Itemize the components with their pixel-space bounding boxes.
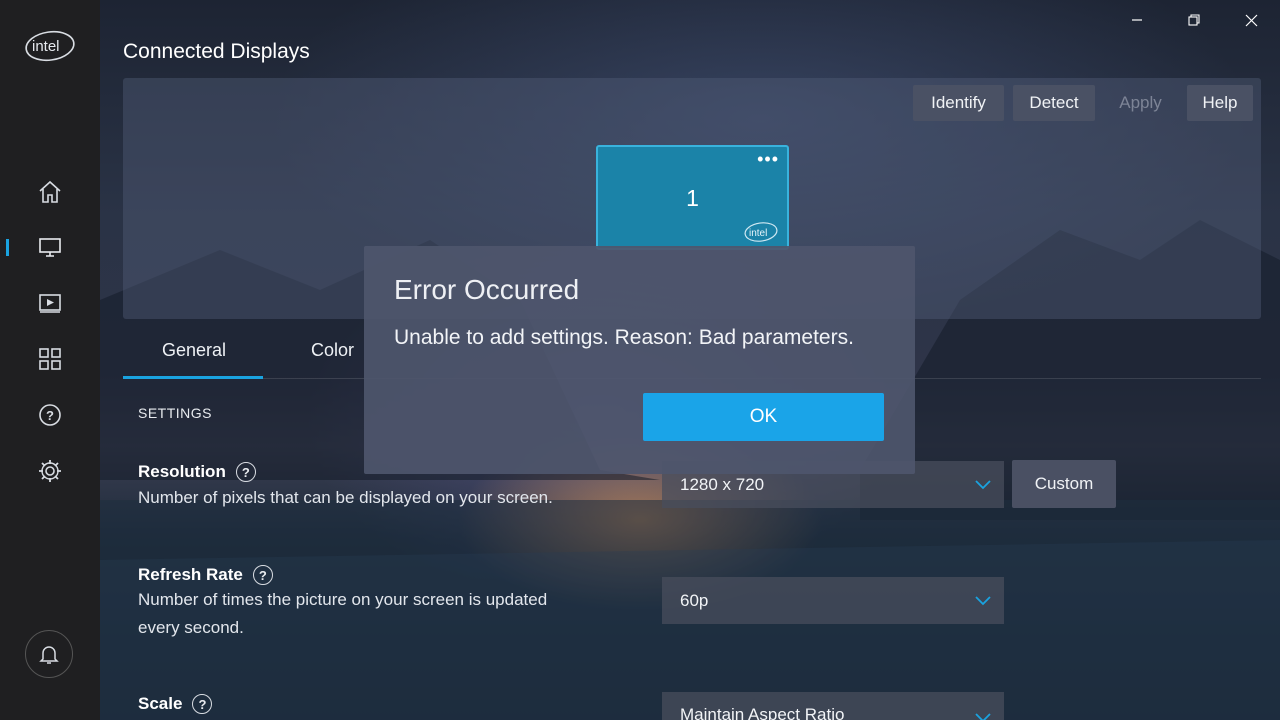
monitor-icon	[39, 238, 61, 257]
chevron-down-icon	[975, 596, 991, 606]
scale-dropdown[interactable]: Maintain Aspect Ratio	[662, 692, 1004, 720]
svg-text:?: ?	[46, 408, 54, 423]
resolution-value: 1280 x 720	[680, 474, 765, 494]
settings-section-label: SETTINGS	[138, 405, 213, 421]
chevron-down-icon	[975, 713, 991, 720]
sidebar-item-home[interactable]	[0, 172, 100, 212]
scale-help-icon[interactable]: ?	[192, 694, 213, 714]
tab-general[interactable]: General	[162, 340, 226, 361]
refresh-rate-value: 60p	[680, 590, 709, 610]
display-tile[interactable]: ••• 1 intel	[596, 145, 789, 250]
refresh-rate-title: Refresh Rate ?	[138, 565, 273, 585]
resolution-label: Resolution	[138, 462, 226, 481]
notifications-button[interactable]	[25, 630, 73, 678]
display-menu-icon[interactable]: •••	[757, 149, 779, 170]
apply-button[interactable]: Apply	[1103, 85, 1178, 121]
sidebar-item-help[interactable]: ?	[0, 395, 100, 435]
sidebar-item-video[interactable]	[0, 283, 100, 323]
resolution-description: Number of pixels that can be displayed o…	[138, 488, 553, 507]
help-button[interactable]: Help	[1187, 85, 1253, 121]
custom-resolution-button[interactable]: Custom	[1012, 460, 1116, 508]
close-icon	[1245, 14, 1257, 26]
refresh-rate-dropdown[interactable]: 60p	[662, 577, 1004, 624]
scale-value: Maintain Aspect Ratio	[680, 705, 845, 720]
svg-text:intel: intel	[749, 228, 767, 239]
identify-button[interactable]: Identify	[913, 85, 1004, 121]
minimize-icon	[1132, 19, 1142, 21]
bell-icon	[39, 646, 59, 664]
help-icon: ?	[39, 404, 61, 426]
home-icon	[39, 180, 61, 203]
scale-label: Scale	[138, 694, 183, 713]
refresh-rate-label: Refresh Rate	[138, 565, 243, 584]
scale-title: Scale ?	[138, 694, 213, 714]
grid-icon	[39, 348, 61, 370]
minimize-button[interactable]	[1122, 8, 1152, 32]
intel-logo: intel	[25, 30, 75, 62]
chevron-down-icon	[975, 480, 991, 490]
dialog-message: Unable to add settings. Reason: Bad para…	[394, 326, 854, 349]
refresh-rate-help-icon[interactable]: ?	[252, 565, 273, 585]
sidebar: intel ?	[0, 0, 100, 720]
page-title: Connected Displays	[123, 40, 310, 63]
close-button[interactable]	[1236, 8, 1266, 32]
video-icon	[39, 294, 61, 313]
restore-icon	[1188, 14, 1200, 26]
intel-badge: intel	[744, 222, 778, 242]
detect-button[interactable]: Detect	[1013, 85, 1095, 121]
tab-active-indicator	[123, 376, 263, 379]
resolution-title: Resolution ?	[138, 462, 256, 482]
sidebar-item-settings[interactable]	[0, 451, 100, 491]
gear-icon	[39, 460, 61, 482]
dialog-title: Error Occurred	[394, 274, 580, 305]
sidebar-item-apps[interactable]	[0, 339, 100, 379]
ok-button[interactable]: OK	[643, 393, 884, 441]
sidebar-item-display[interactable]	[0, 227, 100, 267]
svg-text:intel: intel	[32, 38, 60, 55]
resolution-help-icon[interactable]: ?	[235, 462, 256, 482]
display-number: 1	[686, 185, 699, 211]
restore-button[interactable]	[1179, 8, 1209, 32]
error-dialog: Error Occurred Unable to add settings. R…	[364, 246, 915, 474]
refresh-rate-description: Number of times the picture on your scre…	[138, 590, 548, 637]
tab-color[interactable]: Color	[311, 340, 354, 361]
